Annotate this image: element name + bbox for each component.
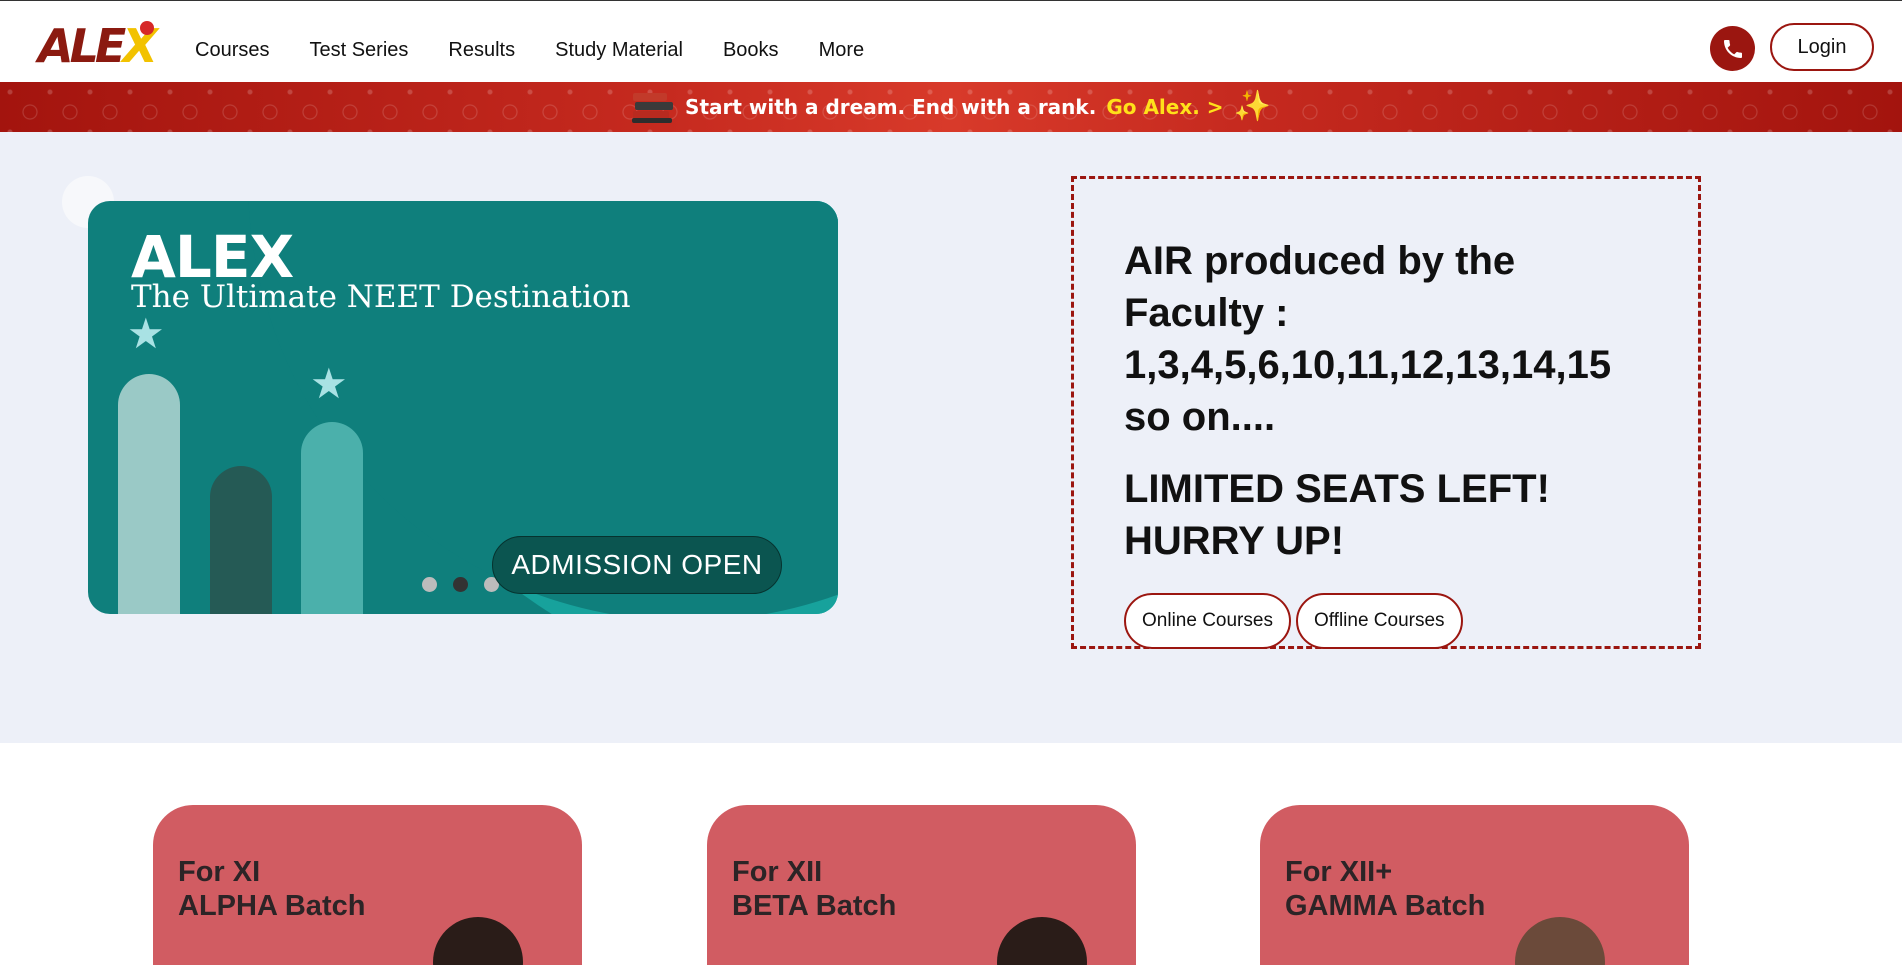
slider-dot-active[interactable] — [453, 577, 468, 592]
air-results: AIR produced by the Faculty : 1,3,4,5,6,… — [1124, 235, 1648, 443]
batch-card-title: For XI ALPHA Batch — [178, 855, 582, 923]
nav-courses[interactable]: Courses — [195, 39, 269, 62]
slide-tagline: The Ultimate NEET Destination — [131, 279, 631, 315]
call-button[interactable] — [1710, 26, 1755, 71]
sparkle-icon: ✨ — [1233, 89, 1271, 124]
slide-bar-decoration — [118, 374, 180, 614]
banner-link[interactable]: Go Alex. > — [1106, 95, 1223, 119]
batch-card-alpha[interactable]: For XI ALPHA Batch — [153, 805, 582, 965]
main-nav: Courses Test Series Results Study Materi… — [195, 39, 904, 62]
seats-line: LIMITED SEATS LEFT! — [1124, 467, 1550, 511]
student-photo — [433, 917, 523, 965]
batch-name: ALPHA Batch — [178, 890, 366, 922]
nav-test-series[interactable]: Test Series — [309, 39, 408, 62]
seats-line: HURRY UP! — [1124, 519, 1345, 563]
logo-dot-icon — [140, 21, 154, 35]
batch-card-gamma[interactable]: For XII+ GAMMA Batch — [1260, 805, 1689, 965]
admission-open-button[interactable]: ADMISSION OPEN — [492, 536, 782, 594]
slider-dots — [422, 577, 499, 592]
batch-name: GAMMA Batch — [1285, 890, 1486, 922]
alex-logo[interactable]: ALEX — [38, 19, 168, 73]
air-line: 1,3,4,5,6,10,11,12,13,14,15 — [1124, 343, 1612, 387]
batch-cards-section: For XI ALPHA Batch For XII BETA Batch Fo… — [0, 743, 1902, 965]
batch-card-title: For XII+ GAMMA Batch — [1285, 855, 1689, 923]
slide-bar-decoration — [210, 466, 272, 614]
login-button[interactable]: Login — [1770, 23, 1874, 71]
nav-more[interactable]: More — [819, 39, 865, 62]
promo-banner[interactable]: Start with a dream. End with a rank. Go … — [0, 82, 1902, 132]
slider-dot[interactable] — [422, 577, 437, 592]
info-box: AIR produced by the Faculty : 1,3,4,5,6,… — [1071, 176, 1701, 649]
online-courses-button[interactable]: Online Courses — [1124, 593, 1291, 649]
batch-class: For XII+ — [1285, 856, 1393, 888]
banner-text: Start with a dream. End with a rank. — [685, 95, 1097, 119]
banner-content: Start with a dream. End with a rank. Go … — [631, 91, 1271, 123]
batch-card-title: For XII BETA Batch — [732, 855, 1136, 923]
batch-card-beta[interactable]: For XII BETA Batch — [707, 805, 1136, 965]
batch-class: For XII — [732, 856, 823, 888]
nav-results[interactable]: Results — [448, 39, 515, 62]
student-photo — [997, 917, 1087, 965]
slide-bar-decoration — [301, 422, 363, 614]
offline-courses-button[interactable]: Offline Courses — [1295, 593, 1463, 649]
batch-class: For XI — [178, 856, 261, 888]
star-icon: ★ — [310, 360, 348, 407]
hero-slide[interactable]: ALEX The Ultimate NEET Destination ★ ★ A… — [88, 201, 838, 614]
books-icon — [631, 91, 675, 123]
air-line: AIR produced by the Faculty : — [1124, 239, 1516, 335]
air-line: so on.... — [1124, 395, 1276, 439]
nav-books[interactable]: Books — [723, 39, 779, 62]
batch-name: BETA Batch — [732, 890, 897, 922]
course-buttons: Online Courses Offline Courses — [1124, 593, 1648, 649]
site-header: ALEX Courses Test Series Results Study M… — [0, 0, 1902, 82]
nav-study-material[interactable]: Study Material — [555, 39, 683, 62]
student-photo — [1515, 917, 1605, 965]
phone-icon — [1723, 39, 1742, 58]
limited-seats-text: LIMITED SEATS LEFT! HURRY UP! — [1124, 463, 1648, 567]
star-icon: ★ — [127, 310, 165, 357]
hero-section: ALEX The Ultimate NEET Destination ★ ★ A… — [0, 132, 1902, 743]
